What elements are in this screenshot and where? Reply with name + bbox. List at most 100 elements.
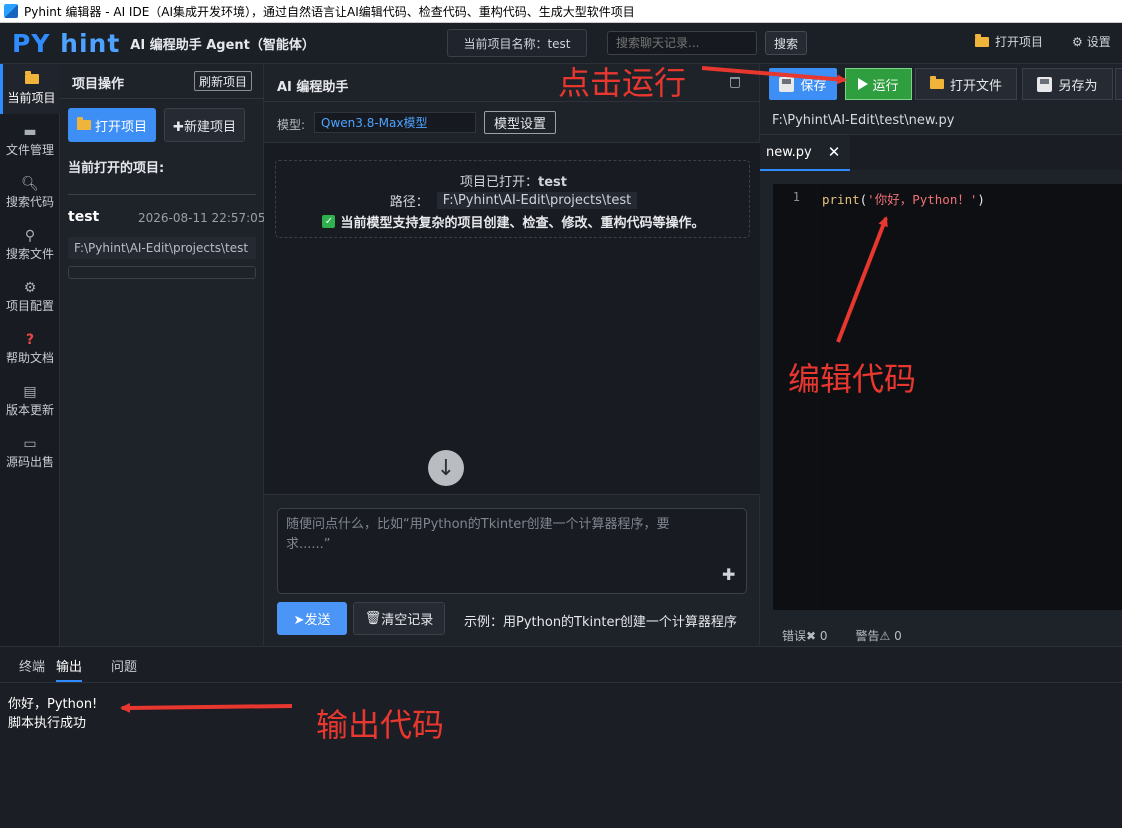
save-as-label: 另存为	[1058, 78, 1098, 94]
run-button[interactable]: 运行	[845, 68, 912, 100]
project-date: 2026-08-11 22:57:05	[138, 211, 266, 225]
project-opened-name: test	[538, 175, 567, 190]
window-title: Pyhint 编辑器 - AI IDE（AI集成开发环境），通过自然语言让AI编…	[24, 4, 635, 19]
model-label: 模型:	[277, 118, 306, 132]
file-path: F:\Pyhint\AI-Edit\test\new.py	[772, 113, 955, 128]
model-support-text: 当前模型支持复杂的项目创建、检查、修改、重构代码等操作。	[340, 216, 705, 231]
project-progress-bar	[68, 266, 256, 279]
play-icon	[858, 78, 869, 90]
folder-icon	[76, 117, 91, 130]
run-label: 运行	[872, 78, 899, 94]
brand-logo: PY hint	[12, 29, 120, 58]
close-icon[interactable]: ✕	[828, 143, 841, 161]
open-project-label: 打开项目	[94, 119, 147, 135]
folder-icon	[929, 76, 944, 89]
save-disk-icon	[779, 76, 795, 92]
brand-hint: hint	[60, 28, 121, 58]
warnings-label: 警告	[855, 629, 880, 643]
editor-tab-strip: new.py ✕	[760, 134, 1122, 171]
code-paren-close: )	[977, 192, 985, 207]
chat-input[interactable]: 随便问点什么，比如“用Python的Tkinter创建一个计算器程序，要求...…	[277, 508, 747, 594]
save-as-disk-icon	[1037, 76, 1053, 92]
save-button[interactable]: 保存	[769, 68, 837, 100]
open-project-button[interactable]: 打开项目	[68, 108, 156, 142]
example-prompt[interactable]: 示例：用Python的Tkinter创建一个计算器程序	[464, 611, 737, 630]
sidebar-item-label: 搜索代码	[5, 195, 54, 209]
errors-count: 0	[819, 629, 828, 643]
sidebar-item-current-project[interactable]: 当前项目	[0, 64, 60, 114]
chat-search-input[interactable]	[607, 31, 757, 55]
project-path-line: 路径： F:\Pyhint\AI-Edit\projects\test	[276, 191, 751, 210]
project-info-box: 项目已打开：test 路径： F:\Pyhint\AI-Edit\project…	[275, 160, 750, 238]
project-opened-line: 项目已打开：test	[276, 171, 751, 190]
warnings-status[interactable]: 警告⚠ 0	[856, 627, 902, 644]
sidebar-item-search-file[interactable]: ⚲ 搜索文件	[0, 220, 60, 270]
divider	[60, 98, 264, 99]
sidebar-item-label: 搜索文件	[5, 247, 54, 261]
annotation-run: 点击运行	[558, 64, 687, 102]
attach-plus-icon[interactable]: ✚	[722, 565, 735, 584]
project-path: F:\Pyhint\AI-Edit\projects\test	[68, 237, 256, 259]
trash-icon: 🗑︎	[364, 611, 382, 626]
magnifier-file-icon: ⚲	[24, 228, 36, 244]
code-function: print	[822, 192, 860, 207]
sidebar-item-search-code[interactable]: 🔍︎ 搜索代码	[0, 168, 60, 218]
folder-icon	[24, 71, 39, 89]
app-logo-icon	[4, 4, 18, 18]
refresh-project-button[interactable]: 刷新项目	[194, 71, 252, 91]
gear-icon: ⚙	[1072, 34, 1083, 49]
tab-new-py[interactable]: new.py ✕	[760, 135, 850, 171]
gear-icon: ⚙	[23, 280, 37, 296]
tab-terminal[interactable]: 终端	[19, 656, 45, 675]
output-line: 脚本执行成功	[8, 716, 87, 731]
current-project-name: 当前项目名称：test	[447, 29, 587, 57]
project-path-value: F:\Pyhint\AI-Edit\projects\test	[436, 192, 638, 209]
code-string: '你好，Python！'	[867, 192, 978, 207]
code-line: print('你好，Python！')	[822, 189, 985, 208]
drive-icon: ▬	[23, 124, 37, 140]
settings-label: 设置	[1086, 35, 1111, 49]
save-as-button[interactable]: 另存为	[1022, 68, 1113, 100]
brand-subtitle: AI 编程助手 Agent（智能体）	[130, 37, 315, 53]
errors-status[interactable]: 错误✖ 0	[782, 627, 828, 644]
sidebar-item-project-config[interactable]: ⚙ 项目配置	[0, 272, 60, 322]
open-file-button[interactable]: 打开文件	[915, 68, 1017, 100]
sidebar-item-label: 版本更新	[5, 403, 54, 417]
annotation-output: 输出代码	[316, 706, 445, 744]
trash-icon[interactable]	[730, 77, 740, 88]
sidebar-item-version-update[interactable]: ▤ 版本更新	[0, 376, 60, 426]
project-opened-label: 项目已打开：	[460, 175, 539, 190]
model-select[interactable]: Qwen3.8-Max模型	[314, 112, 476, 133]
send-button[interactable]: ➤发送	[277, 602, 347, 635]
divider	[264, 494, 760, 495]
settings-button[interactable]: ⚙ 设置	[1072, 33, 1111, 50]
model-settings-button[interactable]: 模型设置	[484, 111, 556, 134]
scroll-down-icon[interactable]: ↓	[428, 450, 464, 486]
checkmark-icon: ✓	[322, 215, 336, 228]
header-open-project-button[interactable]: 打开项目	[975, 33, 1043, 50]
sidebar-item-label: 源码出售	[5, 455, 54, 469]
sidebar-item-label: 帮助文档	[5, 351, 54, 365]
bottom-panel: 终端 输出 问题 你好，Python! 脚本执行成功	[0, 646, 1122, 828]
new-project-button[interactable]: ✚新建项目	[164, 108, 245, 142]
sidebar-item-file-management[interactable]: ▬ 文件管理	[0, 116, 60, 166]
tab-output[interactable]: 输出	[56, 656, 83, 682]
sidebar-item-help-docs[interactable]: ? 帮助文档	[0, 324, 60, 374]
project-name[interactable]: test	[68, 209, 99, 225]
model-support-line: ✓ 当前模型支持复杂的项目创建、检查、修改、重构代码等操作。	[276, 212, 751, 231]
output-line: 你好，Python!	[8, 697, 98, 712]
chat-input-placeholder: 随便问点什么，比如“用Python的Tkinter创建一个计算器程序，要求...…	[286, 517, 670, 552]
ai-assistant-panel: AI 编程助手 模型: Qwen3.8-Max模型 模型设置 项目已打开：tes…	[264, 64, 760, 646]
divider	[0, 682, 1122, 683]
clear-history-label: 清空记录	[381, 613, 434, 628]
header-open-project-label: 打开项目	[995, 35, 1044, 49]
clear-history-button[interactable]: 🗑︎ 清空记录	[353, 602, 445, 635]
line-number: 1	[792, 190, 800, 204]
tab-problems[interactable]: 问题	[111, 656, 137, 675]
sidebar-item-source-sale[interactable]: ▭ 源码出售	[0, 428, 60, 478]
annotation-edit: 编辑代码	[788, 360, 917, 398]
search-button[interactable]: 搜索	[765, 31, 807, 55]
sidebar-item-label: 文件管理	[5, 143, 54, 157]
project-panel: 项目操作 刷新项目 打开项目 ✚新建项目 当前打开的项目: test 2026-…	[60, 64, 266, 646]
toolbar-overflow-button[interactable]	[1115, 68, 1122, 100]
